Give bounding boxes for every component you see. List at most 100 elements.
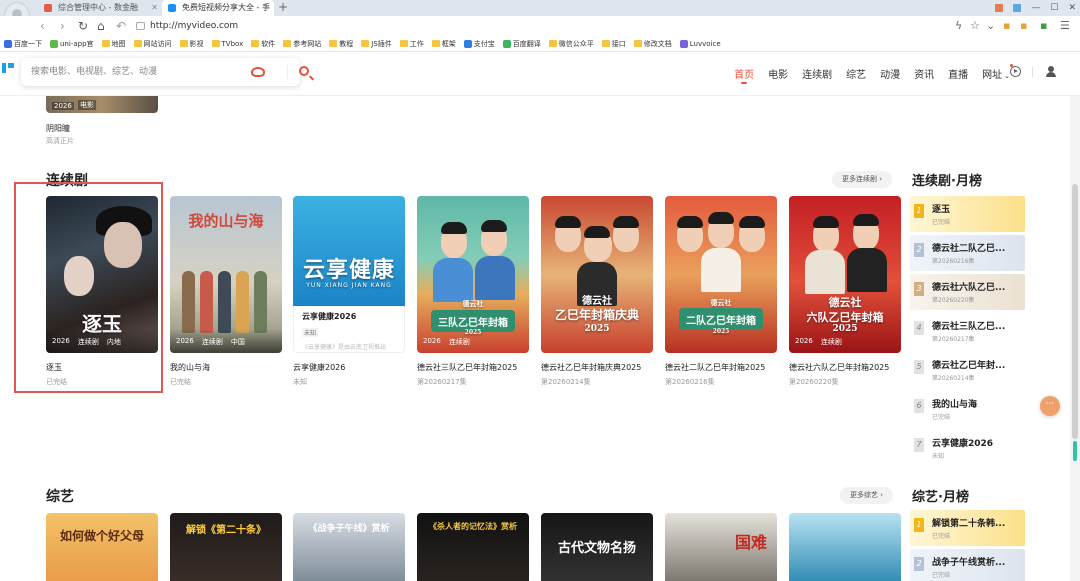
- nav-home[interactable]: 首页: [734, 66, 754, 84]
- forward-icon[interactable]: ›: [60, 18, 65, 34]
- card-title[interactable]: 德云社乙巳年封箱庆典2025: [541, 362, 641, 373]
- browser-tab-1[interactable]: 综合管理中心 - 数金融 ✕: [38, 0, 162, 16]
- poster-image[interactable]: 我的山与海 2026 连续剧 中国: [170, 196, 282, 353]
- rank-item[interactable]: 6 我的山与海 已完结: [910, 391, 1025, 427]
- card-title[interactable]: 德云社二队乙巳年封箱2025: [665, 362, 765, 373]
- bookmark-item[interactable]: Luvvoice: [679, 39, 721, 48]
- poster-figure: [433, 258, 473, 302]
- nav-drama[interactable]: 连续剧: [802, 66, 832, 81]
- maximize-icon[interactable]: ☐: [1050, 0, 1058, 16]
- lightning-icon[interactable]: ϟ: [955, 18, 962, 34]
- dropdown-icon[interactable]: ⌄: [986, 18, 995, 34]
- bookmark-item[interactable]: 参考网站: [283, 39, 321, 49]
- minimize-icon[interactable]: —: [1031, 0, 1040, 16]
- browser-tab-2[interactable]: 免费短视频分享大全 - 手 ✕: [162, 0, 274, 16]
- undo-icon[interactable]: ↶: [116, 18, 126, 34]
- bookmark-item[interactable]: 框架: [431, 39, 456, 49]
- new-tab-icon[interactable]: +: [278, 0, 288, 15]
- hover-info-panel[interactable]: 云享健康2026 未知 《云享健康》是由云南卫视推出: [293, 306, 405, 353]
- bookmark-item[interactable]: 微信公众平: [548, 39, 594, 49]
- close-window-icon[interactable]: ✕: [1068, 0, 1076, 16]
- bookmark-item[interactable]: 修改文档: [633, 39, 672, 49]
- close-tab-icon[interactable]: ✕: [151, 0, 158, 16]
- bookmark-item[interactable]: 影视: [179, 39, 204, 49]
- bookmark-item[interactable]: TVbox: [211, 40, 243, 48]
- card-status: 高清正片: [46, 137, 74, 145]
- user-icon[interactable]: [1046, 66, 1056, 77]
- nav-sites[interactable]: 网址 ⌄: [982, 64, 1013, 81]
- rank-item[interactable]: 2 战争子午线赏析... 已完结: [910, 549, 1025, 581]
- page-info-icon[interactable]: [136, 22, 145, 30]
- rank-item[interactable]: 2 德云社二队乙巳... 第20260216集: [910, 235, 1025, 271]
- site-logo[interactable]: [2, 63, 16, 73]
- menu-icon[interactable]: ☰: [1060, 18, 1070, 34]
- bookmark-item[interactable]: 百度一下: [4, 39, 42, 49]
- apps-icon[interactable]: [1013, 4, 1022, 12]
- card-title[interactable]: 我的山与海: [170, 362, 210, 373]
- card-title[interactable]: 德云社三队乙巳年封箱2025: [417, 362, 517, 373]
- url-field[interactable]: http://myvideo.com: [134, 18, 934, 34]
- bookmark-item[interactable]: 教程: [329, 39, 353, 49]
- more-variety-button[interactable]: 更多综艺 ›: [840, 487, 894, 504]
- rank-item[interactable]: 1 逐玉 已完结: [910, 196, 1025, 232]
- poster-image[interactable]: 德云社 六队乙巳年封箱 2025 2026 连续剧: [789, 196, 901, 353]
- poster-image[interactable]: 德云社 三队乙巳年封箱 2025 2026 连续剧: [417, 196, 529, 353]
- nav-anime[interactable]: 动漫: [880, 66, 900, 81]
- bookmark-label: 参考网站: [293, 39, 322, 48]
- play-history-icon[interactable]: [1010, 66, 1021, 77]
- star-icon[interactable]: ☆: [970, 18, 980, 34]
- variety-card[interactable]: [789, 513, 901, 581]
- bookmark-item[interactable]: JS插件: [361, 39, 392, 49]
- rank-item[interactable]: 3 德云社六队乙巳... 第20260220集: [910, 274, 1025, 310]
- variety-card[interactable]: 古代文物名扬: [541, 513, 653, 581]
- poster-figure: [677, 216, 703, 252]
- bookmark-item[interactable]: 工作: [399, 39, 424, 49]
- folder-icon[interactable]: ▪: [1020, 18, 1027, 34]
- poster-title-text: 二队乙巳年封箱: [686, 316, 756, 327]
- poster-image[interactable]: 云享健康 YUN XIANG JIAN KANG: [293, 196, 405, 306]
- extension-icon[interactable]: ▪: [1040, 18, 1047, 34]
- collections-icon[interactable]: ▪: [1003, 18, 1010, 34]
- variety-card[interactable]: 解锁《第二十条》: [170, 513, 282, 581]
- card-status: 第20260214集: [541, 378, 591, 386]
- variety-card[interactable]: 国难: [665, 513, 777, 581]
- rank-item[interactable]: 5 德云社乙巳年封... 第20260214集: [910, 352, 1025, 388]
- nav-news[interactable]: 资讯: [914, 66, 934, 81]
- poster-image[interactable]: 2026 电影: [46, 96, 158, 113]
- search-icon[interactable]: [299, 66, 309, 76]
- floating-menu-button[interactable]: [1040, 396, 1060, 416]
- variety-card[interactable]: 如何做个好父母: [46, 513, 158, 581]
- poster-image[interactable]: 德云社 二队乙巳年封箱 2025: [665, 196, 777, 353]
- close-tab-icon[interactable]: ✕: [263, 0, 270, 16]
- bookmark-item[interactable]: 支付宝: [463, 39, 495, 49]
- folder-icon: [633, 40, 642, 47]
- search-input[interactable]: [31, 63, 241, 81]
- rank-item[interactable]: 7 云享健康2026 未知: [910, 430, 1025, 466]
- bookmark-item[interactable]: 网站访问: [133, 39, 172, 49]
- bookmark-item[interactable]: 接口: [601, 39, 626, 49]
- card-title[interactable]: 德云社六队乙巳年封箱2025: [789, 362, 889, 373]
- bookmark-item[interactable]: 百度翻译: [502, 39, 541, 49]
- rank-item[interactable]: 1 解锁第二十条韩... 已完结: [910, 510, 1025, 546]
- nav-live[interactable]: 直播: [948, 66, 968, 81]
- reload-icon[interactable]: ↻: [78, 18, 88, 34]
- bookmark-item[interactable]: 地图: [101, 39, 126, 49]
- card-title[interactable]: 阴阳瞳: [46, 123, 70, 134]
- variety-card[interactable]: 《战争子午线》赏析: [293, 513, 405, 581]
- variety-card[interactable]: 《杀人者的记忆法》赏析: [417, 513, 529, 581]
- poster-year-text: 2025: [832, 324, 858, 334]
- more-drama-button[interactable]: 更多连续剧 ›: [832, 171, 893, 188]
- poster-image[interactable]: 德云社 乙巳年封箱庆典 2025: [541, 196, 653, 353]
- card-title[interactable]: 云享健康2026: [293, 362, 345, 373]
- nav-variety[interactable]: 综艺: [846, 66, 866, 81]
- back-icon[interactable]: ‹: [40, 18, 45, 34]
- bookmark-item[interactable]: uni-app官: [50, 39, 94, 49]
- nav-movie[interactable]: 电影: [768, 66, 788, 81]
- rank-item[interactable]: 4 德云社三队乙巳... 第20260217集: [910, 313, 1025, 349]
- poster-title-text: 三队乙巳年封箱: [438, 318, 508, 329]
- page-scrollbar[interactable]: [1070, 96, 1080, 581]
- bookmark-item[interactable]: 软件: [251, 39, 275, 49]
- home-icon[interactable]: ⌂: [97, 18, 105, 34]
- scrollbar-thumb[interactable]: [1072, 184, 1078, 439]
- skin-icon[interactable]: [995, 4, 1004, 12]
